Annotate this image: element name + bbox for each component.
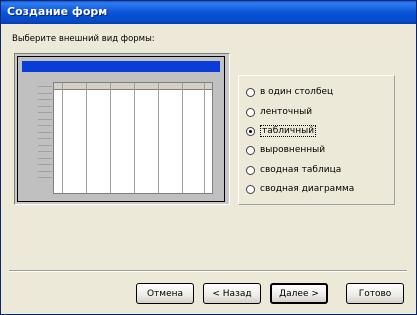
preview-form	[17, 56, 225, 202]
radio-datasheet[interactable]	[246, 126, 255, 136]
option-datasheet[interactable]: табличный	[246, 124, 317, 138]
option-pivot-chart[interactable]: сводная диаграмма	[246, 182, 354, 196]
preview-header-bar	[22, 61, 220, 72]
option-pivot-table[interactable]: сводная таблица	[246, 163, 341, 177]
option-tabular[interactable]: ленточный	[246, 105, 312, 119]
layout-preview	[14, 53, 230, 205]
radio-columnar[interactable]	[246, 87, 255, 97]
option-label: в один столбец	[260, 87, 334, 97]
preview-datasheet-grid	[53, 82, 213, 194]
layout-prompt: Выберите внешний вид формы:	[12, 34, 155, 44]
preview-grid-header	[54, 83, 212, 90]
option-label: сводная таблица	[260, 165, 342, 175]
radio-justified[interactable]	[246, 145, 255, 155]
form-wizard-dialog: Создание форм Выберите внешний вид формы…	[0, 0, 417, 315]
option-justified[interactable]: выровненный	[246, 143, 325, 157]
window-title: Создание форм	[7, 5, 108, 18]
radio-tabular[interactable]	[246, 107, 255, 117]
option-label: табличный	[260, 125, 317, 137]
option-label: ленточный	[260, 107, 313, 117]
finish-button[interactable]: Готово	[346, 283, 404, 304]
next-button[interactable]: Далее >	[270, 283, 328, 304]
button-separator	[9, 270, 407, 272]
layout-options-group: в один столбец ленточный табличный выров…	[238, 75, 395, 205]
cancel-button[interactable]: Отмена	[136, 283, 194, 304]
radio-pivot-table[interactable]	[246, 165, 255, 175]
radio-pivot-chart[interactable]	[246, 184, 255, 194]
title-bar[interactable]: Создание форм	[1, 1, 416, 24]
back-button[interactable]: < Назад	[203, 283, 261, 304]
option-label: сводная диаграмма	[260, 184, 355, 194]
option-columnar[interactable]: в один столбец	[246, 85, 333, 99]
option-label: выровненный	[260, 145, 326, 155]
preview-row-markers	[38, 86, 52, 184]
